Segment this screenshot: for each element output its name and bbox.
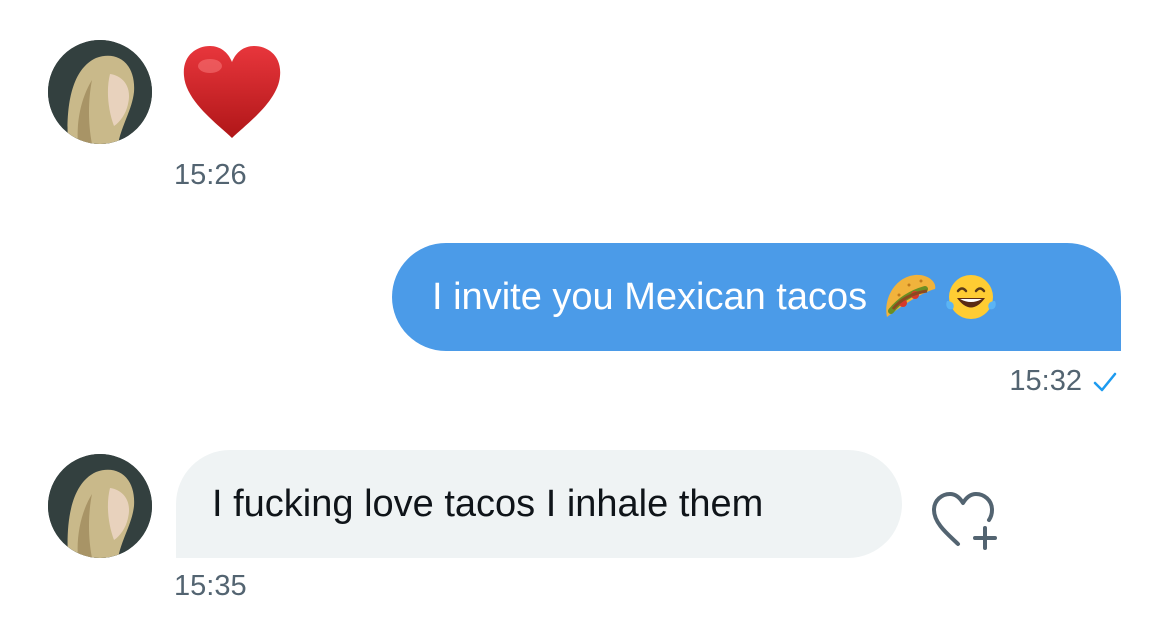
message-text: I fucking love tacos I inhale them xyxy=(212,483,764,525)
message-text: I invite you Mexican tacos xyxy=(432,276,868,318)
outgoing-message-bubble[interactable]: I invite you Mexican tacos xyxy=(392,243,1121,351)
message-timestamp: 15:26 xyxy=(174,159,247,191)
heart-message[interactable] xyxy=(180,44,284,147)
incoming-message-bubble[interactable]: I fucking love tacos I inhale them xyxy=(176,450,902,558)
taco-emoji xyxy=(881,271,937,323)
add-reaction-heart-icon xyxy=(932,492,997,550)
outgoing-meta: 15:32 xyxy=(1009,365,1118,398)
message-timestamp: 15:35 xyxy=(174,570,247,602)
add-reaction-button[interactable] xyxy=(928,488,1002,559)
red-heart-emoji xyxy=(183,46,281,138)
tears-of-joy-emoji xyxy=(943,271,999,323)
contact-avatar[interactable] xyxy=(48,40,152,144)
sent-check-icon xyxy=(1093,372,1117,391)
message-timestamp: 15:32 xyxy=(1009,365,1082,397)
contact-avatar[interactable] xyxy=(48,454,152,558)
